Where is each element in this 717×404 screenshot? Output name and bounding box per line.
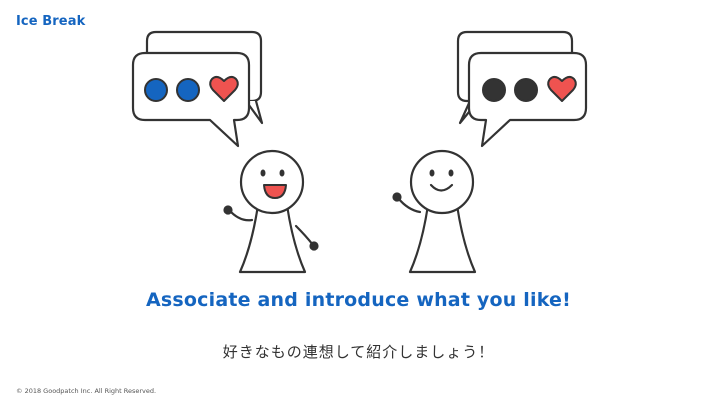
left-person-raised-arm	[227, 208, 254, 222]
left-person-eye	[260, 169, 266, 177]
right-person-head	[409, 149, 475, 215]
left-person-hand	[223, 205, 233, 215]
left-person-head	[239, 149, 305, 215]
right-person	[392, 149, 477, 274]
copyright: © 2018 Goodpatch Inc. All Right Reserved…	[16, 387, 157, 395]
left-person-eye	[279, 169, 285, 177]
ice-break-illustration	[131, 30, 588, 274]
left-person-body	[238, 203, 307, 274]
dark-dot-icon	[514, 78, 538, 102]
left-person	[223, 149, 319, 274]
right-person-eye	[429, 169, 435, 177]
right-person-body	[408, 203, 477, 274]
right-person-hand	[392, 192, 402, 202]
blue-dot-icon	[176, 78, 200, 102]
right-person-eye	[448, 169, 454, 177]
headline: Associate and introduce what you like!	[145, 289, 572, 311]
subtitle: 好きなもの連想して紹介しましょう！	[222, 343, 495, 361]
left-person-lower-arm	[294, 224, 315, 247]
left-person-mouth	[263, 184, 287, 199]
dark-dot-icon	[482, 78, 506, 102]
left-person-hand	[309, 241, 319, 251]
blue-dot-icon	[144, 78, 168, 102]
